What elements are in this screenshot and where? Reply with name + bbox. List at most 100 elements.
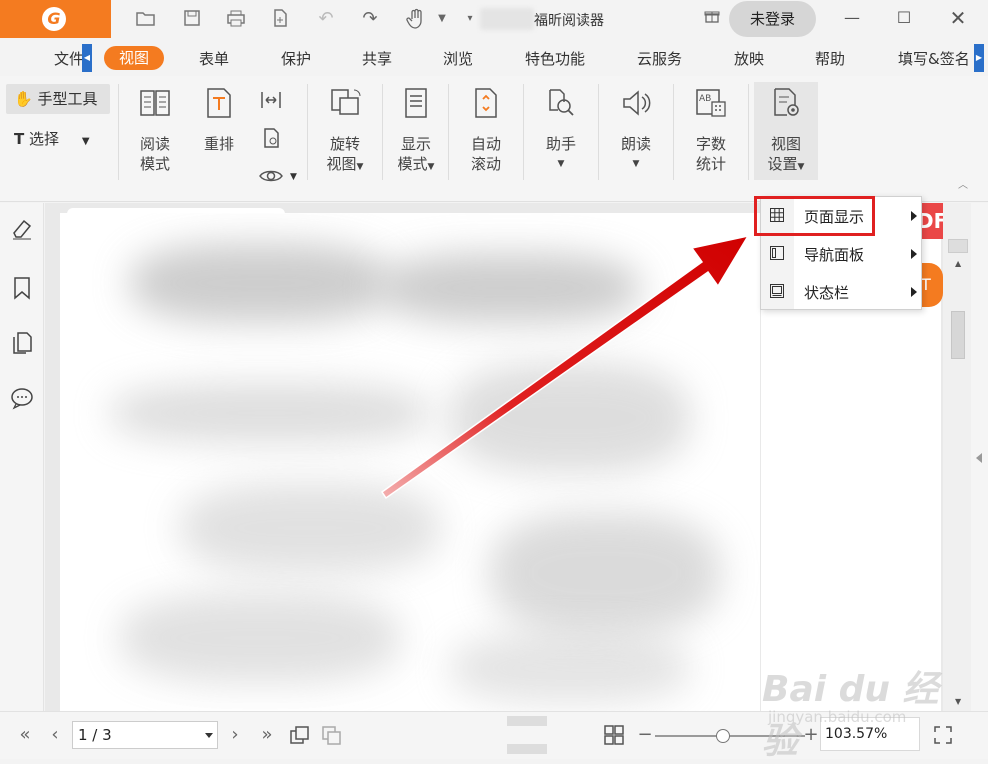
- menu-slideshow[interactable]: 放映: [734, 48, 764, 69]
- display-mode-icon: [405, 88, 427, 118]
- hand-icon[interactable]: [404, 8, 428, 30]
- prev-page-icon[interactable]: ‹: [44, 724, 66, 746]
- read-aloud-button[interactable]: 朗读 ▼: [608, 86, 664, 174]
- right-sidebar: [971, 203, 988, 711]
- menu-file[interactable]: 文件: [54, 48, 84, 69]
- read-mode-label-2: 模式: [139, 155, 170, 173]
- collapse-ribbon-icon[interactable]: ︿: [958, 176, 968, 191]
- zoom-in-icon[interactable]: +: [800, 724, 822, 746]
- page-layout-icon[interactable]: [603, 724, 625, 746]
- fullscreen-icon[interactable]: [932, 724, 954, 746]
- blurred-content: [180, 483, 440, 573]
- menu-item-nav-panel[interactable]: 导航面板: [761, 235, 921, 273]
- select-tool-button[interactable]: T 选择 ▼: [14, 128, 90, 149]
- menu-item-status-bar[interactable]: 状态栏: [761, 273, 921, 311]
- menu-view[interactable]: 视图: [104, 46, 164, 70]
- view-settings-button[interactable]: 视图 设置▼: [754, 82, 818, 180]
- maximize-icon[interactable]: ☐: [892, 6, 916, 30]
- menu-help[interactable]: 帮助: [815, 48, 845, 69]
- zoom-out-icon[interactable]: −: [634, 724, 656, 746]
- ribbon-separator: [382, 84, 383, 180]
- assistant-button[interactable]: 助手 ▼: [533, 86, 589, 174]
- document-name: [480, 8, 534, 30]
- zoom-level-input[interactable]: 103.57%: [820, 717, 920, 751]
- svg-text:AB: AB: [699, 94, 711, 104]
- page-view-icon[interactable]: [258, 126, 284, 150]
- menu-form[interactable]: 表单: [199, 48, 229, 69]
- minimize-icon[interactable]: —: [840, 6, 864, 30]
- display-mode-button[interactable]: 显示 模式▼: [388, 86, 444, 177]
- menu-browse[interactable]: 浏览: [443, 48, 473, 69]
- auto-scroll-label-2: 滚动: [470, 155, 501, 173]
- fit-width-icon[interactable]: [258, 88, 284, 112]
- comment-icon[interactable]: [10, 385, 34, 411]
- word-count-label-1: 字数: [695, 135, 726, 153]
- reflow-button[interactable]: 重排: [191, 86, 247, 154]
- menu-item-page-display[interactable]: 页面显示: [761, 197, 921, 235]
- read-mode-label-1: 阅读: [139, 135, 170, 153]
- chevron-down-icon: ▼: [632, 159, 640, 169]
- scroll-up-icon[interactable]: ▲: [955, 259, 961, 268]
- zoom-slider[interactable]: [655, 735, 805, 737]
- menu-fill-sign[interactable]: 填写&签名: [898, 48, 970, 69]
- word-count-button[interactable]: AB 字数 统计: [683, 86, 739, 174]
- dropdown-icon[interactable]: ▼: [430, 8, 454, 30]
- app-title: 福昕阅读器: [534, 13, 604, 29]
- eye-icon[interactable]: [258, 164, 284, 188]
- close-icon[interactable]: ✕: [946, 6, 970, 30]
- status-bar-label: 状态栏: [804, 284, 850, 302]
- menu-scroll-left-icon[interactable]: ◀: [82, 44, 92, 72]
- ribbon-separator: [673, 84, 674, 180]
- page-dropdown-icon[interactable]: [205, 733, 213, 738]
- first-page-icon[interactable]: «: [14, 724, 36, 746]
- menu-scroll-right-icon[interactable]: ▶: [974, 44, 984, 72]
- bookmark-icon[interactable]: [10, 275, 34, 301]
- nav-panel-icon: [770, 246, 784, 260]
- submenu-arrow-icon: [911, 211, 917, 221]
- menu-features[interactable]: 特色功能: [525, 48, 585, 69]
- scroll-top-block: [948, 239, 968, 253]
- login-button[interactable]: 未登录: [729, 1, 816, 37]
- menu-share[interactable]: 共享: [362, 48, 392, 69]
- menu-cloud[interactable]: 云服务: [637, 48, 682, 69]
- open-folder-icon[interactable]: [134, 8, 158, 30]
- last-page-icon[interactable]: »: [256, 724, 278, 746]
- assistant-label: 助手: [545, 135, 576, 153]
- previous-view-icon[interactable]: [288, 724, 310, 746]
- status-bar: « ‹ 1 / 3 › » − + 103.57%: [0, 711, 988, 759]
- auto-scroll-button[interactable]: 自动 滚动: [458, 86, 514, 174]
- page-number-input[interactable]: 1 / 3: [72, 721, 218, 749]
- status-placeholder: [507, 744, 547, 754]
- print-icon[interactable]: [224, 8, 248, 30]
- scroll-thumb[interactable]: [951, 311, 965, 359]
- menu-bar: 文件 ◀ 视图 表单 保护 共享 浏览 特色功能 云服务 放映 帮助 填写&签名…: [0, 38, 988, 76]
- view-settings-label-1: 视图: [770, 135, 801, 153]
- blurred-content: [120, 593, 400, 683]
- redo-icon[interactable]: ↷: [358, 8, 382, 30]
- new-file-icon[interactable]: [268, 8, 292, 30]
- expand-right-panel-icon[interactable]: [976, 453, 982, 463]
- rotate-view-button[interactable]: 旋转 视图▼: [317, 86, 373, 177]
- pages-icon[interactable]: [10, 330, 34, 356]
- rotate-view-label-2: 视图: [326, 155, 357, 173]
- document-page: [60, 213, 760, 711]
- read-mode-button[interactable]: 阅读 模式: [127, 86, 183, 174]
- vertical-scrollbar[interactable]: ▲ ▼: [943, 203, 971, 711]
- save-icon[interactable]: [180, 8, 204, 30]
- undo-icon[interactable]: ↶: [314, 8, 338, 30]
- hand-tool-button[interactable]: ✋ 手型工具: [6, 84, 110, 114]
- eraser-icon[interactable]: [10, 215, 34, 241]
- blurred-content: [490, 513, 720, 633]
- zoom-slider-knob[interactable]: [715, 729, 730, 743]
- menu-protect[interactable]: 保护: [281, 48, 311, 69]
- scroll-down-icon[interactable]: ▼: [955, 697, 961, 706]
- customize-icon[interactable]: ▾: [458, 8, 482, 30]
- next-view-icon[interactable]: [320, 724, 342, 746]
- gift-icon[interactable]: [704, 8, 720, 28]
- blurred-content: [130, 243, 390, 323]
- eye-dropdown-icon[interactable]: ▼: [290, 172, 297, 182]
- ribbon-separator: [748, 84, 749, 180]
- app-logo[interactable]: G: [0, 0, 111, 38]
- chevron-down-icon: ▼: [557, 159, 565, 169]
- next-page-icon[interactable]: ›: [224, 724, 246, 746]
